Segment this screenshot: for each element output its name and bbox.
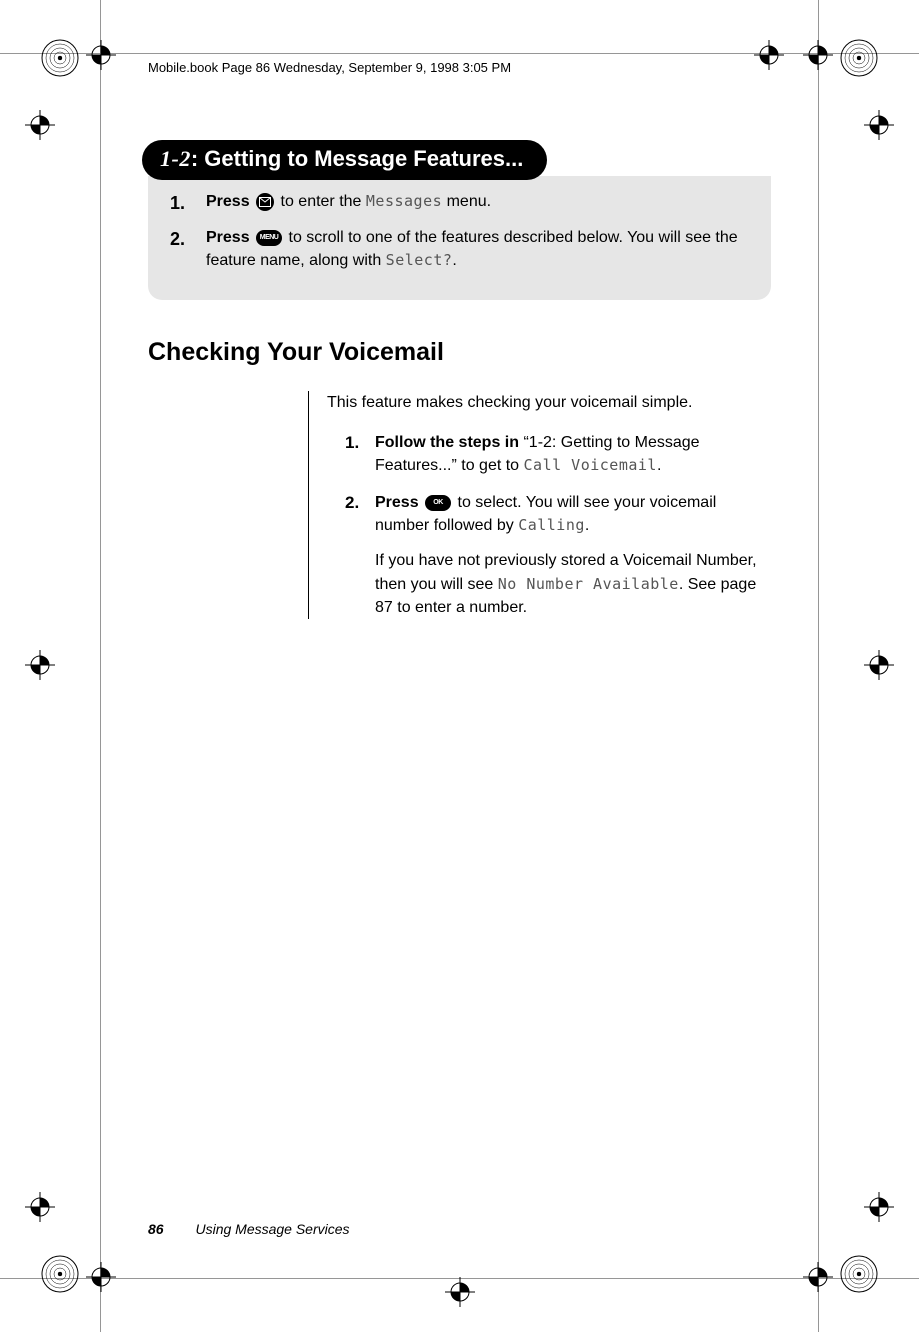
procedure-number: 1-2 bbox=[160, 146, 191, 171]
registration-mark-icon bbox=[25, 650, 55, 680]
ok-key-icon: OK bbox=[425, 495, 451, 511]
indented-column: This feature makes checking your voicema… bbox=[308, 391, 771, 619]
registration-mark-icon bbox=[86, 1262, 116, 1292]
page-footer: 86 Using Message Services bbox=[148, 1221, 350, 1237]
step-bold: Follow the steps in bbox=[375, 434, 519, 451]
step-text: . bbox=[657, 457, 661, 474]
intro-text: This feature makes checking your voicema… bbox=[327, 391, 771, 414]
registration-mark-icon bbox=[754, 40, 784, 70]
rosette-icon bbox=[839, 38, 879, 78]
rosette-icon bbox=[40, 1254, 80, 1294]
step-text: . bbox=[452, 252, 456, 269]
lcd-text: Select? bbox=[386, 251, 453, 269]
registration-mark-icon bbox=[445, 1277, 475, 1307]
registration-mark-icon bbox=[803, 40, 833, 70]
registration-mark-icon bbox=[25, 1192, 55, 1222]
lcd-text: Calling bbox=[518, 516, 585, 534]
procedure-step: Press to enter the Messages menu. bbox=[170, 190, 749, 216]
lcd-text: Messages bbox=[366, 192, 442, 210]
crop-line-left bbox=[100, 0, 101, 1332]
rosette-icon bbox=[839, 1254, 879, 1294]
page-number: 86 bbox=[148, 1221, 164, 1237]
envelope-key-icon bbox=[256, 193, 274, 211]
registration-mark-icon bbox=[864, 650, 894, 680]
page-content: 1-2: Getting to Message Features... Pres… bbox=[148, 140, 771, 1212]
registration-mark-icon bbox=[86, 40, 116, 70]
lcd-text: Call Voicemail bbox=[524, 456, 657, 474]
registration-mark-icon bbox=[864, 1192, 894, 1222]
step-bold: Press bbox=[375, 494, 419, 511]
numbered-step: Follow the steps in “1-2: Getting to Mes… bbox=[345, 431, 771, 477]
section-heading: Checking Your Voicemail bbox=[148, 338, 771, 367]
menu-key-icon: MENU bbox=[256, 230, 282, 246]
step-verb: Press bbox=[206, 193, 250, 210]
step-text: . bbox=[585, 517, 589, 534]
step-text: menu. bbox=[442, 193, 491, 210]
footer-section-title: Using Message Services bbox=[195, 1221, 349, 1237]
registration-mark-icon bbox=[25, 110, 55, 140]
step-extra: If you have not previously stored a Voic… bbox=[375, 549, 771, 619]
procedure-step: Press MENU to scroll to one of the featu… bbox=[170, 226, 749, 272]
procedure-heading-pill: 1-2: Getting to Message Features... bbox=[142, 140, 547, 180]
step-text: to scroll to one of the features describ… bbox=[206, 229, 738, 269]
rosette-icon bbox=[40, 38, 80, 78]
lcd-text: No Number Available bbox=[498, 575, 679, 593]
crop-line-right bbox=[818, 0, 819, 1332]
registration-mark-icon bbox=[803, 1262, 833, 1292]
step-verb: Press bbox=[206, 229, 250, 246]
procedure-title: : Getting to Message Features... bbox=[191, 146, 524, 171]
numbered-step: Press OK to select. You will see your vo… bbox=[345, 491, 771, 619]
procedure-steps-box: Press to enter the Messages menu. Press … bbox=[148, 176, 771, 300]
step-text: to enter the bbox=[281, 193, 366, 210]
registration-mark-icon bbox=[864, 110, 894, 140]
running-header: Mobile.book Page 86 Wednesday, September… bbox=[148, 60, 511, 75]
